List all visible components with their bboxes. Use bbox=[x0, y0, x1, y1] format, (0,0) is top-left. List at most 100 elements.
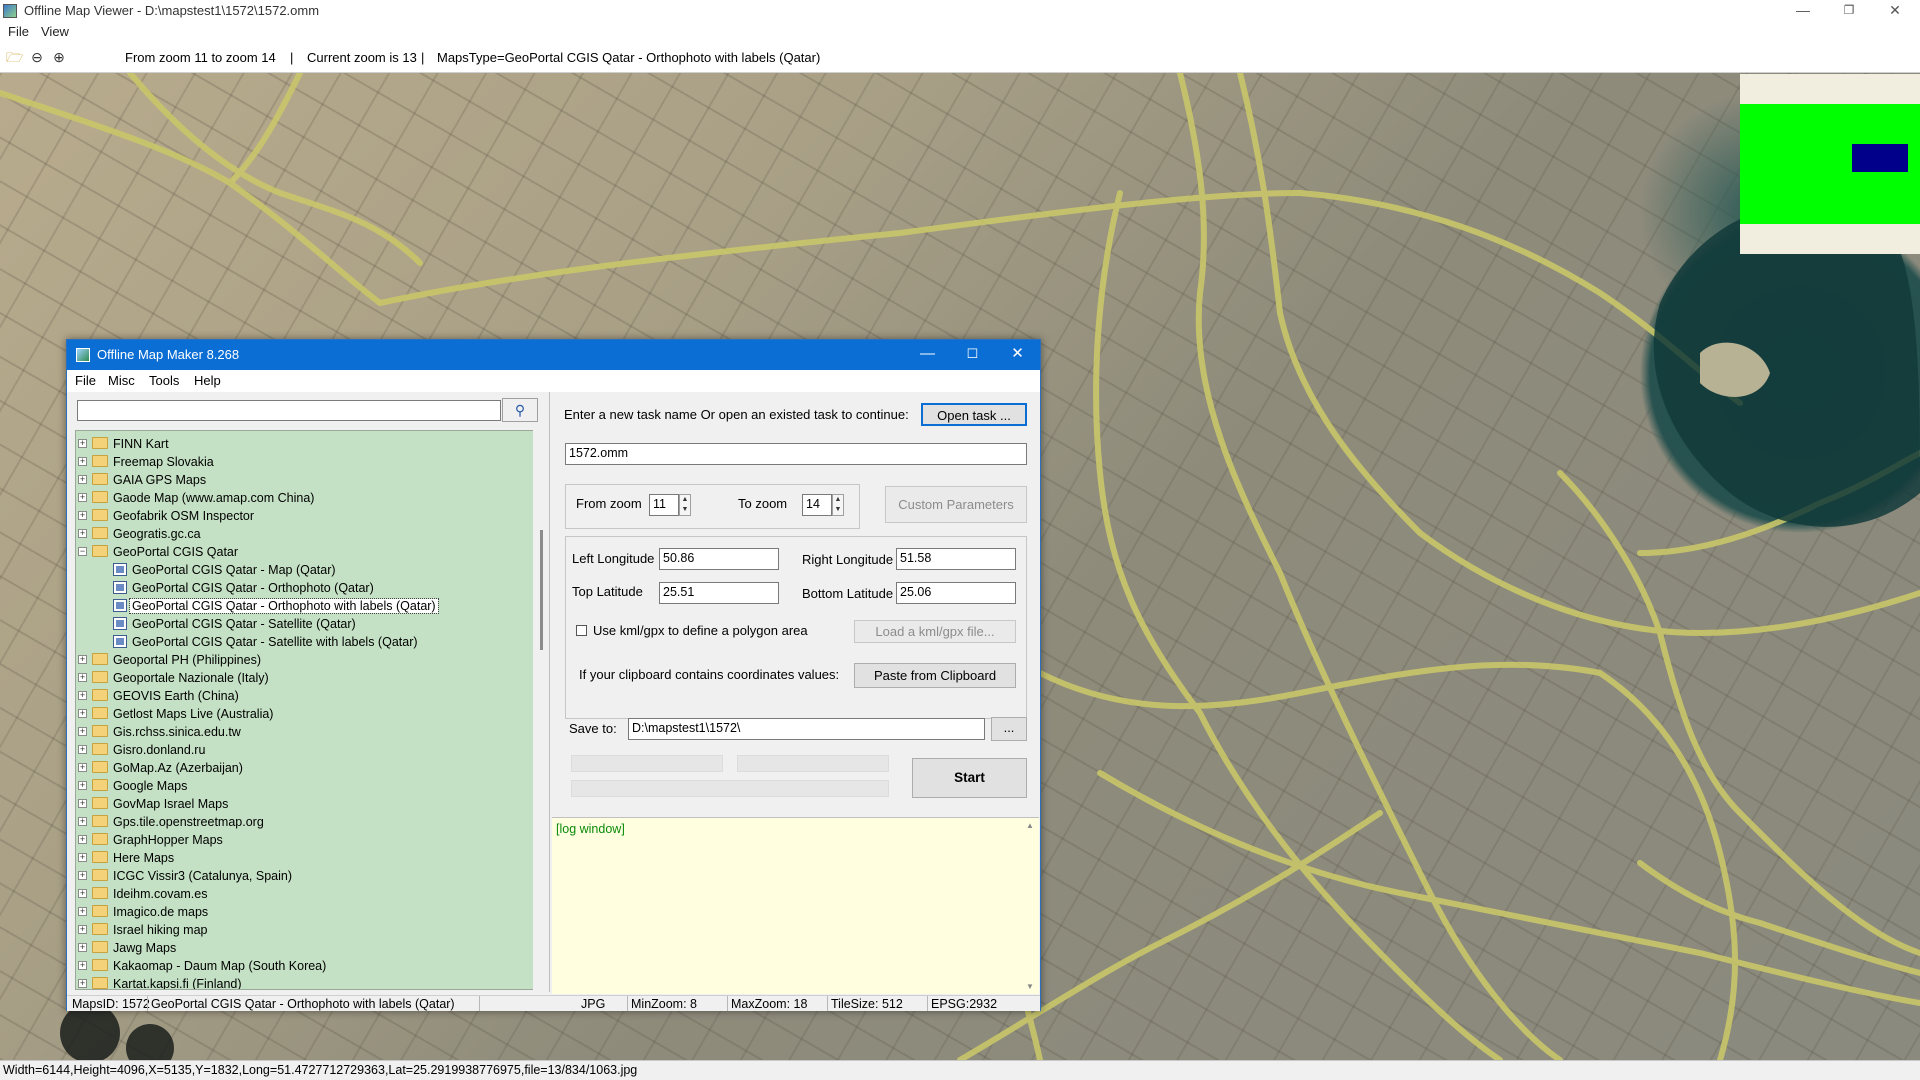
tree-folder-item[interactable]: + Ideihm.covam.es bbox=[76, 885, 516, 903]
task-name-input[interactable]: 1572.omm bbox=[565, 443, 1027, 465]
restore-icon[interactable]: ❐ bbox=[1826, 0, 1872, 22]
tree-folder-item[interactable]: + GraphHopper Maps bbox=[76, 831, 516, 849]
tree-folder-item[interactable]: + GEOVIS Earth (China) bbox=[76, 687, 516, 705]
log-scrollbar[interactable]: ▲ ▼ bbox=[1023, 818, 1039, 994]
expand-icon[interactable]: + bbox=[78, 655, 87, 664]
maps-tree[interactable]: + FINN Kart + Freemap Slovakia + GAIA GPS Map… bbox=[75, 430, 541, 990]
expand-icon[interactable]: + bbox=[78, 457, 87, 466]
tree-folder-item[interactable]: + GAIA GPS Maps bbox=[76, 471, 516, 489]
expand-icon[interactable]: + bbox=[78, 943, 87, 952]
scroll-down-icon[interactable]: ▼ bbox=[1026, 982, 1034, 991]
expand-icon[interactable]: + bbox=[78, 889, 87, 898]
close-icon[interactable]: ✕ bbox=[1872, 0, 1918, 22]
from-zoom-spinner[interactable]: ▲ ▼ bbox=[679, 494, 691, 516]
tree-folder-item[interactable]: + Jawg Maps bbox=[76, 939, 516, 957]
tree-folder-item[interactable]: + Gisro.donland.ru bbox=[76, 741, 516, 759]
tree-folder-item[interactable]: + Here Maps bbox=[76, 849, 516, 867]
tree-folder-item[interactable]: + Google Maps bbox=[76, 777, 516, 795]
log-window[interactable]: [log window] ▲ ▼ bbox=[552, 817, 1039, 994]
tree-folder-item[interactable]: + Imagico.de maps bbox=[76, 903, 516, 921]
map-overview[interactable] bbox=[1740, 74, 1920, 254]
tree-folder-item[interactable]: + Geoportal PH (Philippines) bbox=[76, 651, 516, 669]
expand-icon[interactable]: + bbox=[78, 907, 87, 916]
expand-icon[interactable]: + bbox=[78, 529, 87, 538]
paste-clipboard-button[interactable]: Paste from Clipboard bbox=[854, 663, 1016, 688]
from-zoom-input[interactable]: 11 bbox=[649, 494, 679, 516]
tree-folder-item[interactable]: + FINN Kart bbox=[76, 435, 516, 453]
save-to-input[interactable]: D:\mapstest1\1572\ bbox=[628, 718, 985, 740]
dialog-maximize-icon[interactable]: ☐ bbox=[950, 340, 995, 370]
open-task-button[interactable]: Open task ... bbox=[921, 403, 1027, 426]
start-button[interactable]: Start bbox=[912, 758, 1027, 798]
expand-icon[interactable]: + bbox=[78, 511, 87, 520]
zoom-out-icon[interactable]: ⊖ bbox=[29, 49, 45, 65]
tree-folder-item[interactable]: + Gis.rchss.sinica.edu.tw bbox=[76, 723, 516, 741]
expand-icon[interactable]: + bbox=[78, 673, 87, 682]
maps-search-input[interactable] bbox=[77, 400, 501, 421]
expand-icon[interactable]: + bbox=[78, 835, 87, 844]
kml-checkbox[interactable] bbox=[576, 625, 587, 636]
to-zoom-spinner[interactable]: ▲ ▼ bbox=[832, 494, 844, 516]
browse-button[interactable]: ... bbox=[991, 717, 1027, 741]
zoom-in-icon[interactable]: ⊕ bbox=[51, 49, 67, 65]
expand-icon[interactable]: + bbox=[78, 493, 87, 502]
tree-folder-item[interactable]: + GovMap Israel Maps bbox=[76, 795, 516, 813]
expand-icon[interactable]: + bbox=[78, 727, 87, 736]
collapse-icon[interactable]: − bbox=[78, 547, 87, 556]
tree-folder-item[interactable]: + Geoportale Nazionale (Italy) bbox=[76, 669, 516, 687]
left-longitude-input[interactable]: 50.86 bbox=[659, 548, 779, 570]
tree-folder-item[interactable]: + Geofabrik OSM Inspector bbox=[76, 507, 516, 525]
tree-map-item[interactable]: GeoPortal CGIS Qatar - Orthophoto (Qatar… bbox=[76, 579, 516, 597]
expand-icon[interactable]: + bbox=[78, 871, 87, 880]
dialog-minimize-icon[interactable]: — bbox=[905, 340, 950, 370]
right-longitude-input[interactable]: 51.58 bbox=[896, 548, 1016, 570]
tree-folder-item[interactable]: + Geogratis.gc.ca bbox=[76, 525, 516, 543]
expand-icon[interactable]: + bbox=[78, 475, 87, 484]
tree-folder-item[interactable]: + Kartat.kapsi.fi (Finland) bbox=[76, 975, 516, 989]
top-latitude-input[interactable]: 25.51 bbox=[659, 582, 779, 604]
expand-icon[interactable]: + bbox=[78, 799, 87, 808]
tree-folder-item[interactable]: − GeoPortal CGIS Qatar bbox=[76, 543, 516, 561]
tree-folder-item[interactable]: + Kakaomap - Daum Map (South Korea) bbox=[76, 957, 516, 975]
search-icon[interactable]: ⚲ bbox=[502, 398, 538, 422]
tree-map-item[interactable]: GeoPortal CGIS Qatar - Map (Qatar) bbox=[76, 561, 516, 579]
tree-scroll-thumb[interactable] bbox=[540, 530, 543, 650]
dialog-menu-misc[interactable]: Misc bbox=[108, 373, 135, 388]
expand-icon[interactable]: + bbox=[78, 709, 87, 718]
open-folder-icon[interactable]: 🗁 bbox=[6, 49, 23, 65]
tree-folder-item[interactable]: + Gps.tile.openstreetmap.org bbox=[76, 813, 516, 831]
minimize-icon[interactable]: — bbox=[1780, 0, 1826, 22]
dialog-menu-tools[interactable]: Tools bbox=[149, 373, 179, 388]
tree-folder-item[interactable]: + Freemap Slovakia bbox=[76, 453, 516, 471]
tree-item-label: Israel hiking map bbox=[113, 923, 208, 937]
dialog-menu-help[interactable]: Help bbox=[194, 373, 221, 388]
dialog-title-bar[interactable]: Offline Map Maker 8.268 — ☐ ✕ bbox=[67, 340, 1040, 370]
scroll-up-icon[interactable]: ▲ bbox=[1026, 821, 1034, 830]
expand-icon[interactable]: + bbox=[78, 763, 87, 772]
dialog-menu-file[interactable]: File bbox=[75, 373, 96, 388]
to-zoom-input[interactable]: 14 bbox=[802, 494, 832, 516]
tree-folder-item[interactable]: + Israel hiking map bbox=[76, 921, 516, 939]
menu-view[interactable]: View bbox=[41, 24, 69, 39]
bottom-latitude-input[interactable]: 25.06 bbox=[896, 582, 1016, 604]
custom-parameters-button[interactable]: Custom Parameters bbox=[885, 486, 1027, 523]
expand-icon[interactable]: + bbox=[78, 745, 87, 754]
expand-icon[interactable]: + bbox=[78, 853, 87, 862]
dialog-close-icon[interactable]: ✕ bbox=[995, 340, 1040, 370]
tree-folder-item[interactable]: + ICGC Vissir3 (Catalunya, Spain) bbox=[76, 867, 516, 885]
load-kml-button[interactable]: Load a kml/gpx file... bbox=[854, 620, 1016, 643]
tree-map-item[interactable]: GeoPortal CGIS Qatar - Satellite (Qatar) bbox=[76, 615, 516, 633]
expand-icon[interactable]: + bbox=[78, 979, 87, 988]
menu-file[interactable]: File bbox=[8, 24, 29, 39]
expand-icon[interactable]: + bbox=[78, 961, 87, 970]
expand-icon[interactable]: + bbox=[78, 439, 87, 448]
tree-folder-item[interactable]: + Getlost Maps Live (Australia) bbox=[76, 705, 516, 723]
expand-icon[interactable]: + bbox=[78, 691, 87, 700]
tree-folder-item[interactable]: + GoMap.Az (Azerbaijan) bbox=[76, 759, 516, 777]
expand-icon[interactable]: + bbox=[78, 817, 87, 826]
expand-icon[interactable]: + bbox=[78, 781, 87, 790]
tree-map-item[interactable]: GeoPortal CGIS Qatar - Orthophoto with l… bbox=[76, 597, 516, 615]
tree-folder-item[interactable]: + Gaode Map (www.amap.com China) bbox=[76, 489, 516, 507]
tree-map-item[interactable]: GeoPortal CGIS Qatar - Satellite with la… bbox=[76, 633, 516, 651]
expand-icon[interactable]: + bbox=[78, 925, 87, 934]
